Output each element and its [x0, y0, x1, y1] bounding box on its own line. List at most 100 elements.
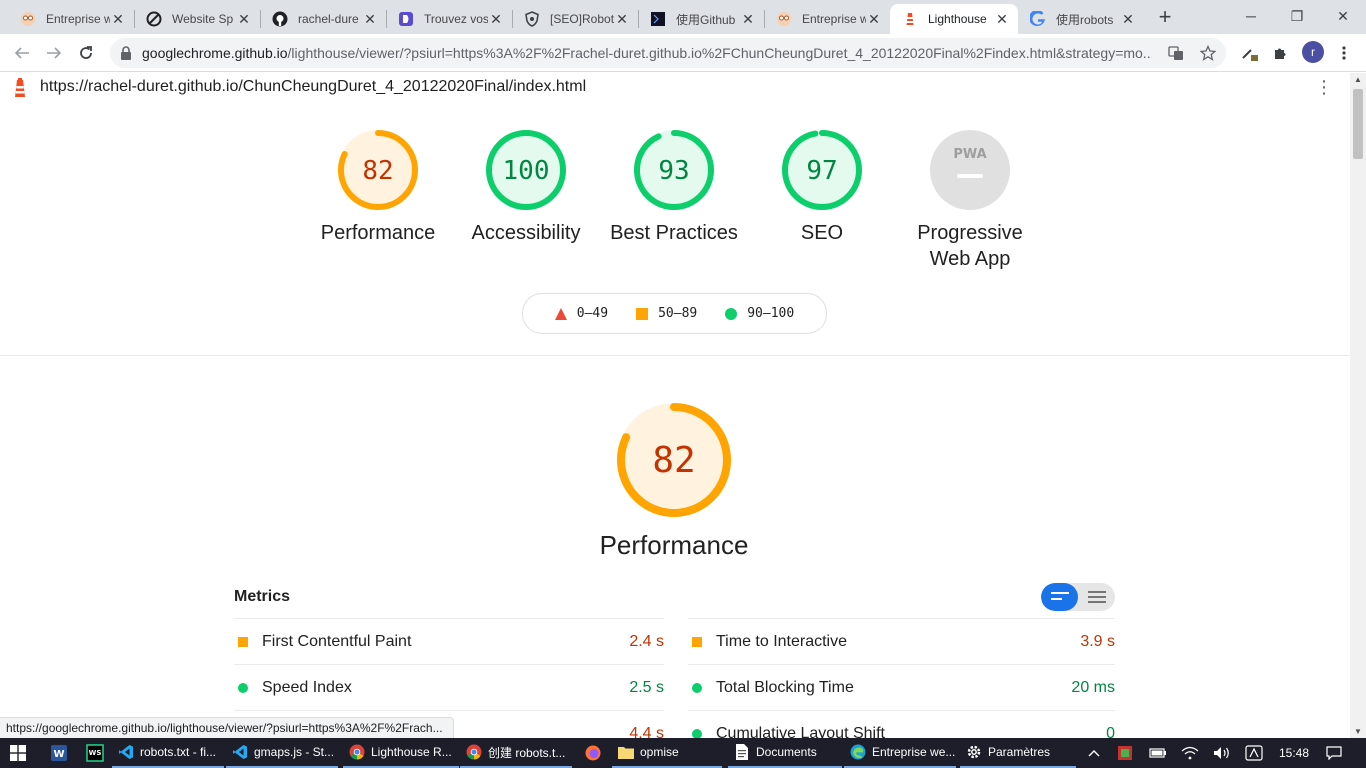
- google-icon: [1030, 11, 1046, 27]
- gauge-best-practices[interactable]: 93 Best Practices: [600, 128, 748, 246]
- chevron-up-icon[interactable]: [1084, 738, 1104, 768]
- metrics-header: Metrics: [234, 588, 291, 605]
- circle-icon: [234, 682, 262, 693]
- chrome-menu-icon[interactable]: [1334, 43, 1354, 63]
- dark-square-icon: [650, 11, 666, 27]
- reload-button[interactable]: [74, 41, 98, 65]
- extension-tool-icon[interactable]: [1240, 43, 1260, 63]
- close-icon[interactable]: ✕: [994, 11, 1010, 27]
- gauge-pwa[interactable]: PWA Progressive Web App: [896, 128, 1044, 272]
- category-label: Accessibility: [471, 222, 581, 244]
- puzzle-extensions-icon[interactable]: [1270, 43, 1290, 63]
- no-sign-icon: [146, 11, 162, 27]
- tab-github-rachel[interactable]: rachel-dure ✕: [260, 4, 386, 34]
- webstorm-app-icon[interactable]: WS: [80, 738, 110, 768]
- performance-gauge-large: 82 Performance: [594, 400, 754, 561]
- battery-icon[interactable]: [1146, 738, 1170, 768]
- restore-button[interactable]: ❐: [1274, 0, 1320, 32]
- profile-avatar[interactable]: r: [1302, 41, 1324, 63]
- close-icon[interactable]: ✕: [110, 11, 126, 27]
- close-icon[interactable]: ✕: [362, 11, 378, 27]
- new-tab-button[interactable]: +: [1153, 6, 1177, 30]
- page-scrollbar[interactable]: ▲ ▼: [1350, 73, 1366, 738]
- browser-toolbar: googlechrome.github.io/lighthouse/viewer…: [0, 34, 1366, 72]
- wifi-icon[interactable]: [1178, 738, 1202, 768]
- address-bar[interactable]: googlechrome.github.io/lighthouse/viewer…: [110, 38, 1226, 68]
- legend-fail: 0–49: [554, 306, 608, 321]
- taskbar-item-parametres[interactable]: Paramètres: [960, 738, 1076, 768]
- metric-time-to-interactive: Time to Interactive 3.9 s: [688, 618, 1115, 664]
- bookmark-star-icon[interactable]: [1198, 43, 1218, 63]
- tab-lighthouse[interactable]: Lighthouse ✕: [890, 4, 1018, 34]
- taskbar-item-robots-chrome[interactable]: 创建 robots.t...: [460, 738, 572, 768]
- tab-trouvez-vos[interactable]: Trouvez vos ✕: [386, 4, 512, 34]
- expanded-view-button[interactable]: [1078, 583, 1115, 611]
- scroll-up-icon[interactable]: ▲: [1354, 75, 1362, 84]
- address-path: /lighthouse/viewer/?psiurl=https%3A%2F%2…: [287, 45, 1152, 61]
- close-icon[interactable]: ✕: [236, 11, 252, 27]
- section-divider: [0, 355, 1350, 356]
- windows-start-icon[interactable]: [10, 745, 26, 764]
- translate-icon[interactable]: [1166, 43, 1186, 63]
- address-url[interactable]: googlechrome.github.io/lighthouse/viewer…: [142, 45, 1152, 61]
- gauge-seo[interactable]: 97 SEO: [748, 128, 896, 246]
- score-ring: 82: [338, 130, 418, 210]
- tab-github-usage[interactable]: 使用Github ✕: [638, 4, 764, 34]
- close-icon[interactable]: ✕: [740, 11, 756, 27]
- lock-icon[interactable]: [120, 46, 132, 65]
- taskbar-item-lighthouse-chrome[interactable]: Lighthouse R...: [343, 738, 459, 768]
- windows-taskbar: W WS robots.txt - fi... gmaps.js - St...…: [0, 738, 1366, 768]
- triangle-icon: [554, 307, 567, 320]
- ime-icon[interactable]: [1242, 738, 1266, 768]
- close-icon[interactable]: ✕: [866, 11, 882, 27]
- compact-view-button[interactable]: [1041, 583, 1078, 611]
- minimize-button[interactable]: ─: [1228, 0, 1274, 32]
- scrollbar-thumb[interactable]: [1353, 89, 1363, 159]
- volume-icon[interactable]: [1210, 738, 1234, 768]
- forward-button[interactable]: [42, 41, 66, 65]
- metric-speed-index: Speed Index 2.5 s: [234, 664, 664, 710]
- taskbar-item-entreprise-edge[interactable]: Entreprise we...: [844, 738, 956, 768]
- score-value: 97: [806, 156, 837, 186]
- pwa-badge-text: PWA: [953, 147, 986, 162]
- category-label: SEO: [800, 222, 844, 244]
- close-icon[interactable]: ✕: [488, 11, 504, 27]
- report-menu-icon[interactable]: ⋮: [1315, 77, 1333, 97]
- notifications-icon[interactable]: [1322, 738, 1346, 768]
- back-button[interactable]: [10, 41, 34, 65]
- close-icon[interactable]: ✕: [1120, 11, 1136, 27]
- score-value: 82: [652, 440, 695, 481]
- square-icon: [636, 307, 649, 320]
- tab-seo-robot[interactable]: [SEO]Robot ✕: [512, 4, 638, 34]
- metrics-view-toggle[interactable]: [1041, 583, 1115, 611]
- word-app-icon[interactable]: W: [44, 738, 74, 768]
- report-url[interactable]: https://rachel-duret.github.io/ChunCheun…: [40, 78, 586, 96]
- score-ring: 100: [486, 130, 566, 210]
- chrome-icon: [349, 744, 365, 760]
- owl-icon: [20, 11, 36, 27]
- tab-entreprise-2[interactable]: Entreprise w ✕: [764, 4, 890, 34]
- score-ring: 93: [634, 130, 714, 210]
- tab-robots-google[interactable]: 使用robots ✕: [1018, 4, 1144, 34]
- tray-app-icon[interactable]: [1112, 738, 1138, 768]
- square-icon: [234, 636, 262, 647]
- gauge-accessibility[interactable]: 100 Accessibility: [452, 128, 600, 246]
- score-value: 93: [658, 156, 689, 186]
- taskbar-item-robots-vscode[interactable]: robots.txt - fi...: [112, 738, 224, 768]
- pwa-badge: PWA: [930, 130, 1010, 210]
- taskbar-item-documents[interactable]: Documents: [728, 738, 842, 768]
- firefox-app-icon[interactable]: [578, 738, 608, 768]
- close-window-button[interactable]: ✕: [1320, 0, 1366, 32]
- circle-icon: [688, 728, 716, 739]
- taskbar-item-gmaps-vscode[interactable]: gmaps.js - St...: [226, 738, 338, 768]
- tab-entreprise-1[interactable]: Entreprise w ✕: [8, 4, 134, 34]
- clock[interactable]: 15:48: [1272, 738, 1316, 768]
- score-ring: 97: [782, 130, 862, 210]
- scroll-down-icon[interactable]: ▼: [1354, 727, 1362, 736]
- gauge-performance[interactable]: 82 Performance: [304, 128, 452, 246]
- tab-website-speed[interactable]: Website Sp ✕: [134, 4, 260, 34]
- legend-pass: 90–100: [725, 306, 794, 321]
- taskbar-item-opmise-folder[interactable]: opmise: [612, 738, 722, 768]
- close-icon[interactable]: ✕: [614, 11, 630, 27]
- report-topbar: https://rachel-duret.github.io/ChunCheun…: [0, 73, 1350, 103]
